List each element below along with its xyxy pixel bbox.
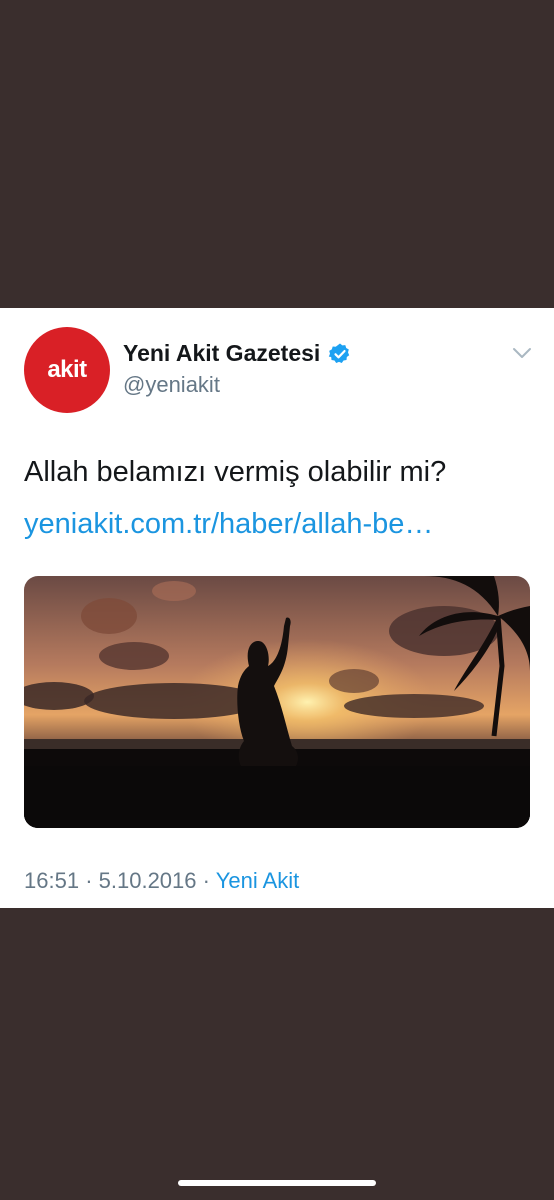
tweet-time: 16:51: [24, 868, 80, 893]
tweet-card[interactable]: akit Yeni Akit Gazetesi @yeniakit Allah …: [0, 308, 554, 908]
tweet-link[interactable]: yeniakit.com.tr/haber/allah-be…: [24, 506, 433, 542]
meta-separator: ·: [85, 868, 93, 893]
display-name[interactable]: Yeni Akit Gazetesi: [123, 340, 320, 367]
verified-badge-icon: [329, 343, 350, 363]
author-name-row[interactable]: Yeni Akit Gazetesi: [123, 340, 352, 367]
tweet-meta: 16:51 · 5.10.2016 · Yeni Akit: [24, 868, 299, 894]
meta-separator: ·: [202, 868, 210, 893]
tweet-source[interactable]: Yeni Akit: [216, 868, 300, 893]
home-indicator[interactable]: [178, 1180, 376, 1186]
user-handle[interactable]: @yeniakit: [123, 372, 220, 398]
avatar[interactable]: akit: [24, 327, 110, 413]
tweet-date: 5.10.2016: [98, 868, 197, 893]
chevron-down-icon[interactable]: [512, 346, 532, 360]
avatar-logo-text: akit: [47, 356, 87, 383]
tweet-text: Allah belamızı vermiş olabilir mi?: [24, 456, 447, 488]
tweet-media-image[interactable]: [24, 576, 530, 828]
